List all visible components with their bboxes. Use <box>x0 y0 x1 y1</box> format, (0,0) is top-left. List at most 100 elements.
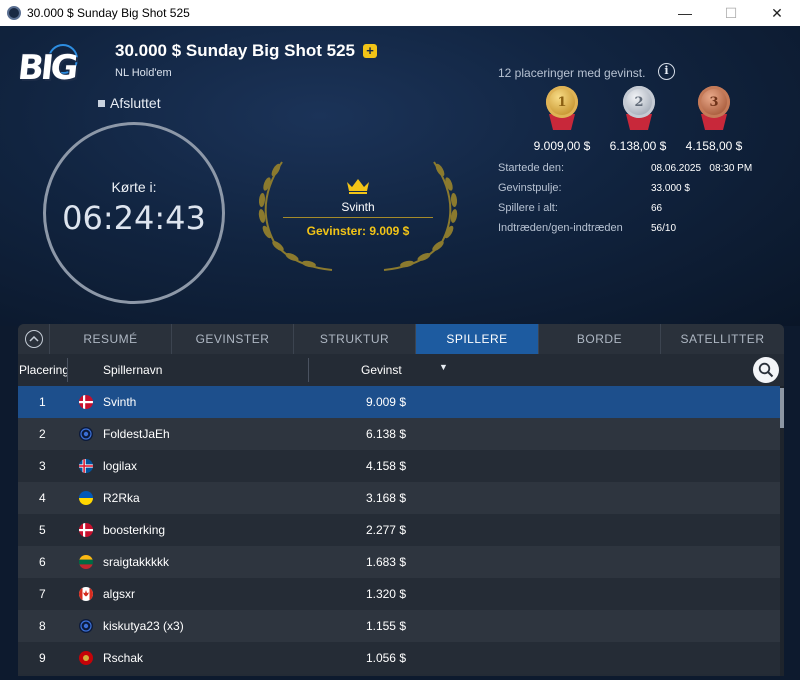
medal-amount-1: 9.009,00 $ <box>533 139 591 153</box>
row-prize: 1.683 $ <box>365 555 406 569</box>
row-prize: 4.158 $ <box>365 459 406 473</box>
row-prize: 1.320 $ <box>365 587 406 601</box>
table-row[interactable]: 6 sraigtakkkkk 1.683 $ <box>18 546 780 578</box>
tournament-title-text: 30.000 $ Sunday Big Shot 525 <box>115 41 355 60</box>
row-player-name: R2Rka <box>103 491 140 505</box>
row-prize: 1.155 $ <box>365 619 406 633</box>
table-header: Placering Spillernavn Gevinst ▼ <box>18 354 784 386</box>
tab-resume[interactable]: RESUMÉ <box>50 324 172 354</box>
row-place: 3 <box>39 459 46 473</box>
stat-value-prizepool: 33.000 $ <box>651 183 690 194</box>
table-row[interactable]: 3 logilax 4.158 $ <box>18 450 780 482</box>
row-prize: 3.168 $ <box>365 491 406 505</box>
row-player-name: boosterking <box>103 523 166 537</box>
row-player-name: sraigtakkkkk <box>103 555 170 569</box>
window-titlebar: 30.000 $ Sunday Big Shot 525 — ☐ ✕ <box>0 0 800 26</box>
flag-canada-icon <box>79 587 93 601</box>
laurel-wreath-icon <box>258 161 458 271</box>
plus-icon[interactable]: + <box>362 44 377 58</box>
close-button[interactable]: ✕ <box>754 0 800 26</box>
column-divider[interactable] <box>308 358 309 382</box>
table-row[interactable]: 7 algsxr 1.320 $ <box>18 578 780 610</box>
tab-spillere[interactable]: SPILLERE <box>416 324 539 354</box>
minimize-button[interactable]: — <box>662 0 708 26</box>
tab-borde[interactable]: BORDE <box>539 324 661 354</box>
logo-text: BIG <box>15 48 78 88</box>
flag-denmark-icon <box>79 395 93 409</box>
search-button[interactable] <box>753 357 779 383</box>
tab-gevinster[interactable]: GEVINSTER <box>172 324 294 354</box>
silver-medal-icon: 2 <box>622 86 656 132</box>
column-divider[interactable] <box>67 358 68 382</box>
winner-divider <box>283 217 433 218</box>
row-place: 7 <box>39 587 46 601</box>
row-place: 8 <box>39 619 46 633</box>
status-text: Afsluttet <box>110 95 161 111</box>
table-row[interactable]: 4 R2Rka 3.168 $ <box>18 482 780 514</box>
row-prize: 6.138 $ <box>365 427 406 441</box>
flag-montenegro-icon <box>79 651 93 665</box>
tab-bar: RESUMÉ GEVINSTER STRUKTUR SPILLERE BORDE… <box>18 324 784 354</box>
flag-anonymous-icon <box>79 427 93 441</box>
scrollbar-thumb[interactable] <box>780 388 784 428</box>
info-icon[interactable]: i <box>658 63 675 80</box>
clock-value: 06:24:43 <box>62 199 206 237</box>
flag-lithuania-icon <box>79 555 93 569</box>
stat-value-start: 08.06.2025 08:30 PM <box>651 163 753 174</box>
scrollbar[interactable] <box>780 386 784 676</box>
stat-label-players: Spillere i alt: <box>498 202 558 214</box>
header-player-name[interactable]: Spillernavn <box>103 363 162 377</box>
winner-prize: Gevinster: 9.009 $ <box>306 224 410 238</box>
sort-down-icon[interactable]: ▼ <box>439 362 448 372</box>
stat-value-players: 66 <box>651 203 663 214</box>
clock-label: Kørte i: <box>111 179 157 195</box>
row-prize: 9.009 $ <box>365 395 406 409</box>
row-player-name: algsxr <box>103 587 136 601</box>
header-place[interactable]: Placering <box>19 363 67 377</box>
window-title: 30.000 $ Sunday Big Shot 525 <box>27 6 190 20</box>
row-place: 9 <box>39 651 46 665</box>
table-row[interactable]: 5 boosterking 2.277 $ <box>18 514 780 546</box>
row-place: 6 <box>39 555 46 569</box>
row-place: 2 <box>39 427 46 441</box>
medal-rank-3: 3 <box>698 86 730 118</box>
app-icon <box>7 6 21 20</box>
winner-name: Svinth <box>341 200 375 214</box>
tab-satellitter[interactable]: SATELLITTER <box>661 324 784 354</box>
paid-places-text: 12 placeringer med gevinst. <box>498 66 646 80</box>
row-place: 4 <box>39 491 46 505</box>
players-table: 1 Svinth 9.009 $ 2 FoldestJaEh 6.138 $ 3 logila… <box>18 386 780 674</box>
row-prize: 2.277 $ <box>365 523 406 537</box>
status-square-icon <box>98 99 105 107</box>
row-player-name: Svinth <box>103 395 137 409</box>
row-place: 5 <box>39 523 46 537</box>
header-prize[interactable]: Gevinst <box>361 363 402 377</box>
big-logo: BIG <box>16 42 80 94</box>
medal-amount-3: 4.158,00 $ <box>685 139 743 153</box>
tab-struktur[interactable]: STRUKTUR <box>294 324 416 354</box>
flag-iceland-icon <box>79 459 93 473</box>
table-row[interactable]: 2 FoldestJaEh 6.138 $ <box>18 418 780 450</box>
tournament-header: BIG 30.000 $ Sunday Big Shot 525 + NL Ho… <box>0 26 800 326</box>
medal-rank-1: 1 <box>546 86 578 118</box>
flag-denmark-icon <box>79 523 93 537</box>
table-row[interactable]: 9 Rschak 1.056 $ <box>18 642 780 674</box>
row-player-name: FoldestJaEh <box>103 427 170 441</box>
maximize-button[interactable]: ☐ <box>708 0 754 26</box>
tournament-status: Afsluttet <box>98 95 161 111</box>
medal-amount-2: 6.138,00 $ <box>609 139 667 153</box>
bronze-medal-icon: 3 <box>697 86 731 132</box>
stat-label-entries: Indtræden/gen-indtræden <box>498 222 623 234</box>
lobby-panel: RESUMÉ GEVINSTER STRUKTUR SPILLERE BORDE… <box>18 324 784 676</box>
table-row[interactable]: 8 kiskutya23 (x3) 1.155 $ <box>18 610 780 642</box>
crown-icon <box>347 179 369 194</box>
collapse-button[interactable] <box>18 324 50 354</box>
row-prize: 1.056 $ <box>365 651 406 665</box>
row-player-name: logilax <box>103 459 138 473</box>
chevron-up-icon <box>24 330 43 348</box>
row-player-name: Rschak <box>103 651 144 665</box>
flag-anonymous-icon <box>79 619 93 633</box>
stat-label-prizepool: Gevinstpulje: <box>498 182 562 194</box>
duration-clock: Kørte i: 06:24:43 <box>43 122 225 304</box>
table-row[interactable]: 1 Svinth 9.009 $ <box>18 386 780 418</box>
